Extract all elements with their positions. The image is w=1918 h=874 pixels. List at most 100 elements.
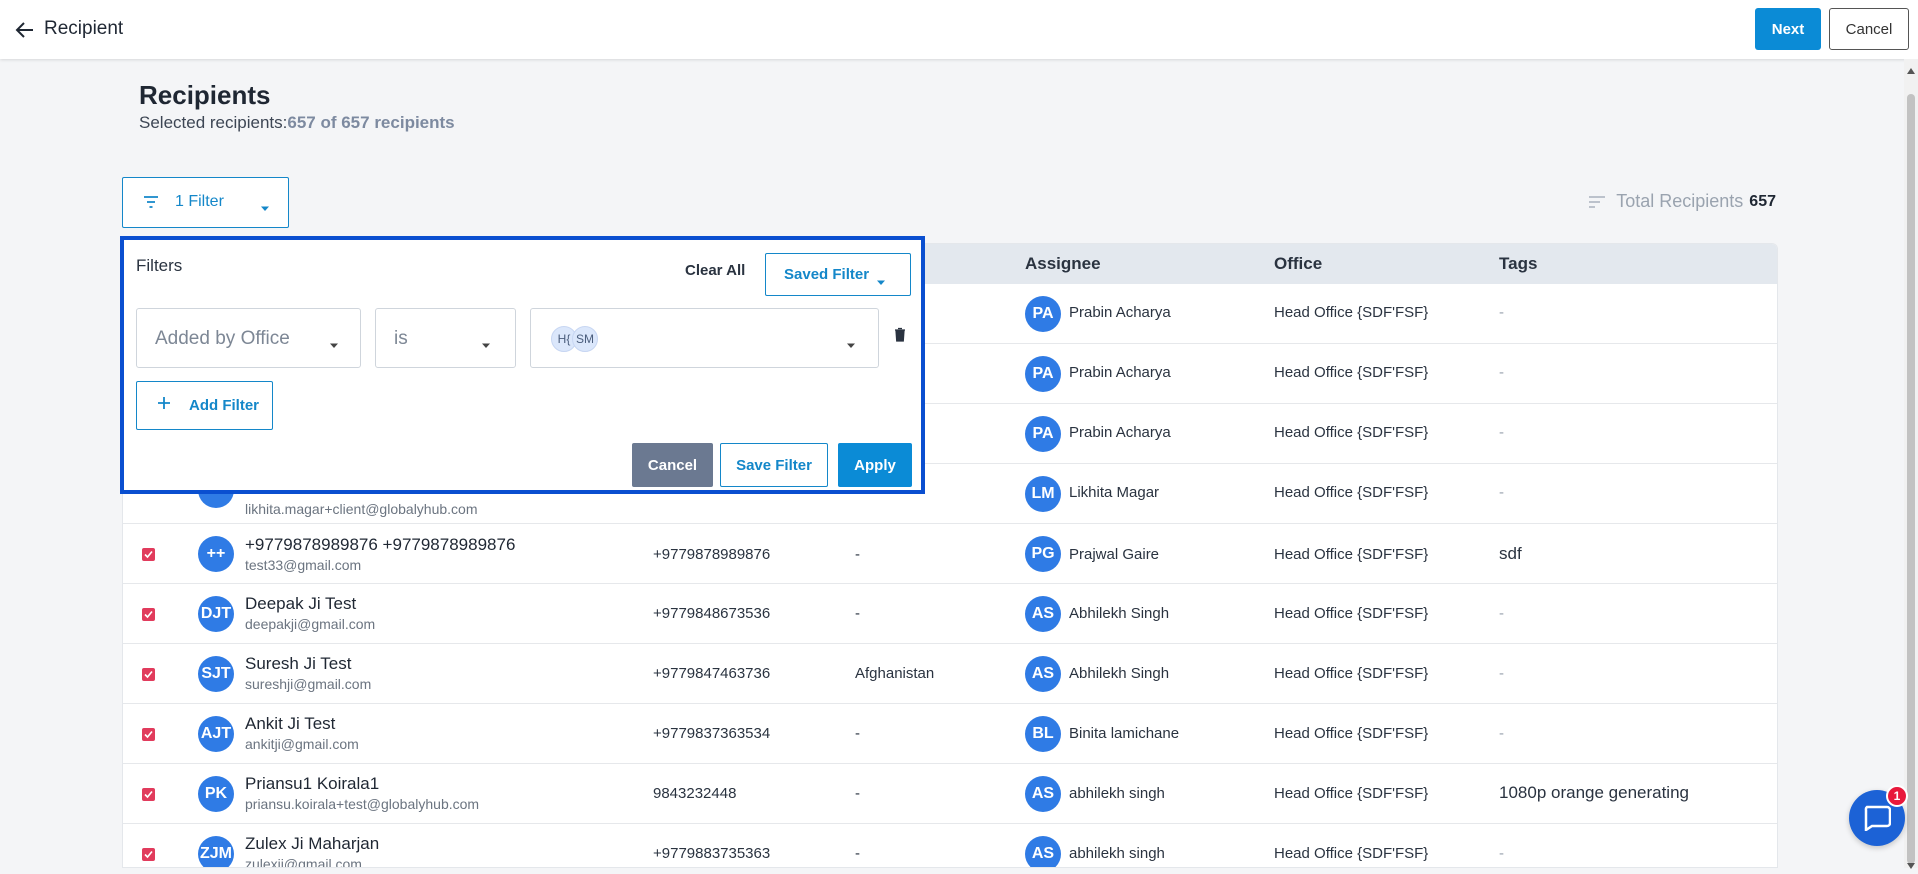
contact-name[interactable]: Ankit Ji Test <box>245 714 335 734</box>
total-label: Total Recipients <box>1616 191 1744 211</box>
row-checkbox[interactable] <box>142 608 155 621</box>
tags-cell: - <box>1499 725 1504 742</box>
filter-cancel-button[interactable]: Cancel <box>632 443 713 487</box>
assignee-name: Prajwal Gaire <box>1069 546 1160 563</box>
tags-cell: 1080p orange generating <box>1499 783 1689 802</box>
chat-bubble-icon <box>1864 805 1891 831</box>
phone-cell: 9843232448 <box>653 785 737 802</box>
office-cell: Head Office {SDF'FSF} <box>1274 304 1429 321</box>
country-cell: - <box>855 725 860 742</box>
contact-name[interactable]: Zulex Ji Maharjan <box>245 834 379 854</box>
contact-name[interactable]: Priansu1 Koirala1 <box>245 774 379 794</box>
filter-field-select[interactable]: Added by Office <box>136 308 361 368</box>
scroll-thumb[interactable] <box>1907 94 1915 864</box>
row-checkbox[interactable] <box>142 848 155 861</box>
tags-cell: - <box>1499 845 1504 862</box>
tags-cell: sdf <box>1499 544 1522 563</box>
header-tags: Tags <box>1499 254 1538 273</box>
tags-cell: - <box>1499 364 1504 381</box>
value-chip[interactable]: SM <box>572 326 598 352</box>
contact-email: likhita.magar+client@globalyhub.com <box>245 501 478 517</box>
tags-cell: - <box>1499 304 1504 321</box>
assignee-avatar: AS <box>1025 596 1061 632</box>
scroll-down-arrow-icon[interactable] <box>1907 856 1915 874</box>
country-cell: - <box>855 605 860 622</box>
selected-count: 657 of 657 recipients <box>287 113 455 132</box>
row-checkbox[interactable] <box>142 668 155 681</box>
add-filter-button[interactable]: Add Filter <box>136 381 273 430</box>
phone-cell: +9779837363534 <box>653 725 771 742</box>
back-arrow-icon[interactable] <box>12 17 38 43</box>
country-cell: - <box>855 785 860 802</box>
assignee-name: Prabin Acharya <box>1069 364 1171 381</box>
caret-down-icon <box>260 199 270 217</box>
assignee-avatar: PG <box>1025 536 1061 572</box>
table-row[interactable]: DJT Deepak Ji Test deepakji@gmail.com +9… <box>123 584 1777 644</box>
phone-cell: +9779847463736 <box>653 665 771 682</box>
contact-name[interactable]: Suresh Ji Test <box>245 654 351 674</box>
tags-cell: - <box>1499 605 1504 622</box>
row-checkbox[interactable] <box>142 788 155 801</box>
tags-cell: - <box>1499 484 1504 501</box>
sort-icon <box>1589 195 1606 208</box>
filter-icon <box>143 195 159 214</box>
plus-icon <box>157 396 171 414</box>
trash-icon[interactable] <box>894 327 906 347</box>
table-row[interactable]: PK Priansu1 Koirala1 priansu.koirala+tes… <box>123 764 1777 824</box>
page-scrollbar[interactable] <box>1904 59 1918 869</box>
filter-dropdown-button[interactable]: 1 Filter <box>122 177 289 228</box>
top-bar: Recipient Next Cancel <box>0 0 1918 59</box>
assignee-avatar: LM <box>1025 476 1061 512</box>
filter-operator-select[interactable]: is <box>375 308 516 368</box>
table-row[interactable]: AJT Ankit Ji Test ankitji@gmail.com +977… <box>123 704 1777 764</box>
contact-name[interactable]: Deepak Ji Test <box>245 594 356 614</box>
section-heading: Recipients <box>139 80 271 110</box>
table-row[interactable]: SJT Suresh Ji Test sureshji@gmail.com +9… <box>123 644 1777 704</box>
assignee-name: Likhita Magar <box>1069 484 1160 501</box>
country-cell: - <box>855 546 860 563</box>
phone-cell: +9779878989876 <box>653 546 771 563</box>
contact-name[interactable]: +9779878989876 +9779878989876 <box>245 535 515 555</box>
contact-email: priansu.koirala+test@globalyhub.com <box>245 796 480 812</box>
filter-field-value: Added by Office <box>155 328 290 349</box>
save-filter-button[interactable]: Save Filter <box>720 443 828 487</box>
office-cell: Head Office {SDF'FSF} <box>1274 725 1429 742</box>
country-cell: Afghanistan <box>855 665 935 682</box>
row-checkbox[interactable] <box>142 548 155 561</box>
phone-cell: +9779883735363 <box>653 845 771 862</box>
contact-email: ankitji@gmail.com <box>245 736 359 752</box>
scroll-up-arrow-icon[interactable] <box>1907 61 1915 79</box>
assignee-avatar: PA <box>1025 356 1061 392</box>
page-title: Recipient <box>44 18 124 39</box>
table-row[interactable]: ++ +9779878989876 +9779878989876 test33@… <box>123 524 1777 584</box>
assignee-avatar: AS <box>1025 656 1061 692</box>
total-value: 657 <box>1749 192 1776 210</box>
filter-operator-value: is <box>394 328 408 349</box>
filter-value-select[interactable]: H{ SM <box>530 308 879 368</box>
header-assignee: Assignee <box>1025 254 1101 273</box>
assignee-avatar: PA <box>1025 296 1061 332</box>
contact-avatar: PK <box>198 776 234 812</box>
row-checkbox[interactable] <box>142 728 155 741</box>
table-row[interactable]: ZJM Zulex Ji Maharjan zulexji@gmail.com … <box>123 824 1777 867</box>
chat-notification-badge: 1 <box>1886 785 1908 807</box>
tags-cell: - <box>1499 424 1504 441</box>
saved-filter-dropdown[interactable]: Saved Filter <box>765 253 911 296</box>
office-cell: Head Office {SDF'FSF} <box>1274 845 1429 862</box>
contact-avatar: DJT <box>198 596 234 632</box>
filter-panel: Filters Clear All Saved Filter Added by … <box>120 236 925 494</box>
saved-filter-label: Saved Filter <box>784 266 870 283</box>
header-office: Office <box>1274 254 1323 273</box>
total-recipients: Total Recipients 657 <box>1588 191 1776 212</box>
clear-all-button[interactable]: Clear All <box>685 262 745 279</box>
office-cell: Head Office {SDF'FSF} <box>1274 424 1429 441</box>
caret-down-icon <box>876 273 886 290</box>
filter-button-label: 1 Filter <box>175 193 224 210</box>
next-button[interactable]: Next <box>1755 8 1821 50</box>
cancel-button[interactable]: Cancel <box>1829 8 1909 50</box>
phone-cell: +9779848673536 <box>653 605 771 622</box>
assignee-avatar: PA <box>1025 416 1061 452</box>
office-cell: Head Office {SDF'FSF} <box>1274 785 1429 802</box>
apply-button[interactable]: Apply <box>838 443 912 487</box>
filters-title: Filters <box>136 256 183 275</box>
